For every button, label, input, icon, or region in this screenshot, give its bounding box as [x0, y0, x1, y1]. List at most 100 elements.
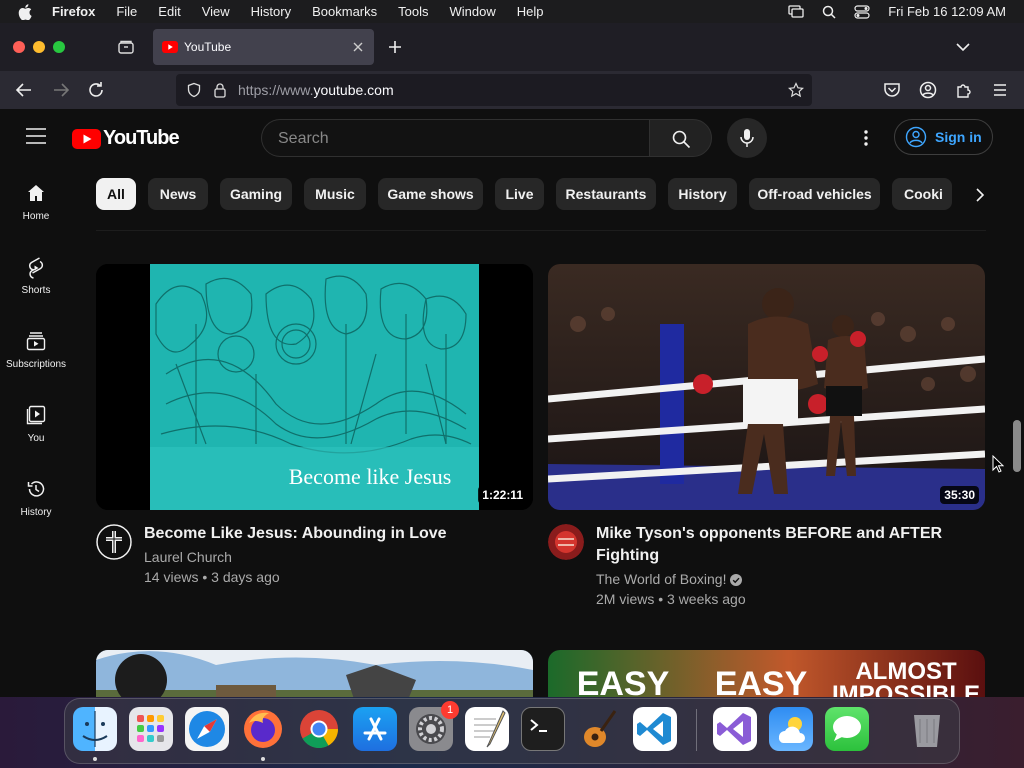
video-thumbnail-row2-left[interactable] — [96, 650, 533, 697]
launchpad-icon[interactable] — [129, 707, 173, 751]
macos-menu-bar: Firefox File Edit View History Bookmarks… — [0, 0, 1024, 23]
menu-window[interactable]: Window — [450, 4, 496, 19]
menu-firefox[interactable]: Firefox — [52, 4, 95, 19]
finder-running-indicator — [93, 757, 97, 761]
visual-studio-icon[interactable] — [713, 707, 757, 751]
account-icon[interactable] — [918, 80, 938, 100]
chip-scroll-right-chevron-icon[interactable] — [968, 185, 992, 205]
chip-news[interactable]: News — [148, 178, 208, 210]
menu-tools[interactable]: Tools — [398, 4, 428, 19]
sign-in-button[interactable]: Sign in — [894, 119, 993, 155]
thumbnail-engraving-image: Become like Jesus — [96, 264, 533, 510]
menu-help[interactable]: Help — [517, 4, 544, 19]
video-title[interactable]: Become Like Jesus: Abounding in Love — [144, 523, 514, 545]
messages-icon[interactable] — [825, 707, 869, 751]
search-button[interactable] — [649, 119, 712, 157]
channel-avatar[interactable] — [548, 524, 584, 560]
youtube-favicon-icon — [162, 41, 178, 53]
tab-close-icon[interactable] — [350, 39, 366, 55]
chip-music[interactable]: Music — [304, 178, 366, 210]
menu-edit[interactable]: Edit — [158, 4, 180, 19]
channel-name-row[interactable]: The World of Boxing! — [596, 569, 743, 589]
verified-check-icon — [730, 574, 743, 586]
sidebar-item-shorts[interactable]: Shorts — [0, 249, 72, 309]
chip-live[interactable]: Live — [495, 178, 544, 210]
youtube-play-logo-icon — [72, 128, 101, 149]
menu-history[interactable]: History — [251, 4, 291, 19]
safari-icon[interactable] — [185, 707, 229, 751]
channel-name[interactable]: The World of Boxing! — [596, 571, 726, 587]
home-icon — [28, 185, 44, 201]
textedit-icon[interactable] — [465, 707, 509, 751]
chip-off-road-vehicles[interactable]: Off-road vehicles — [749, 178, 880, 210]
chrome-icon[interactable] — [297, 707, 341, 751]
padlock-icon[interactable] — [212, 82, 228, 98]
chip-game-shows[interactable]: Game shows — [378, 178, 483, 210]
sidebar-item-you[interactable]: You — [0, 397, 72, 457]
video-thumbnail-row2-right[interactable]: EASY EASY ALMOST IMPOSSIBLE — [548, 650, 985, 697]
video-stats: 2M views • 3 weeks ago — [596, 591, 746, 607]
back-arrow-icon[interactable] — [14, 80, 34, 100]
menu-view[interactable]: View — [202, 4, 230, 19]
sidebar-item-history[interactable]: History — [0, 471, 72, 531]
thumb-text-impossible: IMPOSSIBLE — [832, 681, 980, 697]
menu-bar-clock[interactable]: Fri Feb 16 12:09 AM — [888, 4, 1006, 19]
sidebar-label-you: You — [27, 433, 45, 444]
chip-restaurants[interactable]: Restaurants — [556, 178, 656, 210]
extensions-puzzle-icon[interactable] — [954, 80, 974, 100]
account-circle-icon — [905, 126, 927, 148]
terminal-icon[interactable] — [521, 707, 565, 751]
video-title[interactable]: Mike Tyson's opponents BEFORE and AFTER … — [596, 523, 966, 567]
window-close-button[interactable] — [13, 41, 25, 53]
sidebar-item-home[interactable]: Home — [0, 175, 72, 235]
window-minimize-button[interactable] — [33, 41, 45, 53]
settings-notification-badge: 1 — [441, 701, 459, 719]
app-menu-hamburger-icon[interactable] — [990, 80, 1010, 100]
firefox-view-icon[interactable] — [116, 37, 136, 57]
search-input[interactable]: Search — [261, 119, 649, 157]
screen-mirroring-icon[interactable] — [788, 4, 804, 19]
trash-icon[interactable] — [905, 707, 949, 751]
chip-gaming[interactable]: Gaming — [220, 178, 292, 210]
spotlight-search-icon[interactable] — [822, 5, 836, 19]
chip-all[interactable]: All — [96, 178, 136, 210]
voice-search-button[interactable] — [727, 118, 767, 158]
reload-icon[interactable] — [86, 80, 106, 100]
browser-tab-youtube[interactable]: YouTube — [153, 29, 374, 65]
guide-menu-icon[interactable] — [26, 128, 46, 144]
list-all-tabs-chevron-icon[interactable] — [954, 38, 972, 56]
vscode-icon[interactable] — [633, 707, 677, 751]
menu-bookmarks[interactable]: Bookmarks — [312, 4, 377, 19]
settings-more-icon[interactable] — [856, 128, 876, 148]
page-scrollbar-thumb[interactable] — [1013, 420, 1021, 472]
tracking-protection-shield-icon[interactable] — [186, 82, 202, 98]
firefox-dock-icon[interactable] — [241, 707, 285, 751]
app-store-icon[interactable] — [353, 707, 397, 751]
bookmark-star-icon[interactable] — [788, 82, 804, 98]
finder-icon[interactable] — [73, 707, 117, 751]
firefox-running-indicator — [261, 757, 265, 761]
chip-cooking[interactable]: Cooki — [892, 178, 952, 210]
control-center-icon[interactable] — [854, 4, 870, 19]
garageband-icon[interactable] — [577, 707, 621, 751]
you-library-icon — [26, 405, 46, 425]
pocket-icon[interactable] — [882, 80, 902, 100]
channel-name[interactable]: Laurel Church — [144, 547, 232, 567]
weather-icon[interactable] — [769, 707, 813, 751]
system-settings-icon[interactable]: 1 — [409, 701, 459, 751]
address-bar[interactable]: https://www.youtube.com — [176, 74, 812, 106]
menu-file[interactable]: File — [116, 4, 137, 19]
new-tab-icon[interactable] — [386, 38, 404, 56]
youtube-masthead: YouTube Search Sign in — [0, 109, 1024, 167]
channel-avatar[interactable] — [96, 524, 132, 560]
video-thumbnail[interactable]: Become like Jesus 1:22:11 — [96, 264, 533, 510]
youtube-logo[interactable]: YouTube — [72, 127, 180, 150]
sidebar-label-history: History — [20, 507, 52, 518]
forward-arrow-icon[interactable] — [51, 80, 71, 100]
apple-menu-icon[interactable] — [18, 3, 36, 20]
video-thumbnail[interactable]: 35:30 — [548, 264, 985, 510]
chip-history[interactable]: History — [668, 178, 737, 210]
sidebar-item-subscriptions[interactable]: Subscriptions — [0, 323, 72, 383]
url-text[interactable]: https://www.youtube.com — [238, 82, 394, 98]
window-zoom-button[interactable] — [53, 41, 65, 53]
